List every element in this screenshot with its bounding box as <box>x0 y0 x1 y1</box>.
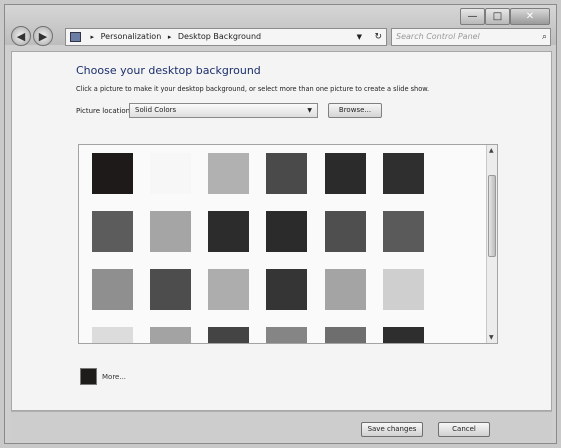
color-swatch[interactable] <box>383 269 424 310</box>
content-pane: Choose your desktop background Click a p… <box>11 51 552 411</box>
picture-location-value: Solid Colors <box>135 106 177 114</box>
more-color-swatch[interactable] <box>80 368 97 385</box>
color-swatch[interactable] <box>383 153 424 194</box>
vertical-scrollbar[interactable]: ▲ ▼ <box>486 145 497 343</box>
color-swatch[interactable] <box>325 211 366 252</box>
color-swatch[interactable] <box>208 153 249 194</box>
picture-location-label: Picture location: <box>76 107 133 115</box>
search-input[interactable]: Search Control Panel <box>396 32 480 41</box>
address-dropdown-icon[interactable]: ▼ <box>357 29 362 45</box>
breadcrumb-separator-icon: ▸ <box>90 33 95 41</box>
maximize-button[interactable]: □ <box>485 8 510 25</box>
color-swatch[interactable] <box>383 211 424 252</box>
page-title: Choose your desktop background <box>76 64 261 77</box>
instruction-text: Click a picture to make it your desktop … <box>76 85 430 93</box>
color-swatch[interactable] <box>92 269 133 310</box>
back-button[interactable]: ◀ <box>11 26 31 46</box>
chevron-down-icon: ▼ <box>307 107 312 114</box>
color-swatch[interactable] <box>266 327 307 343</box>
color-swatch[interactable] <box>208 327 249 343</box>
scroll-down-icon[interactable]: ▼ <box>489 334 494 341</box>
color-swatch[interactable] <box>383 327 424 343</box>
forward-button[interactable]: ▶ <box>33 26 53 46</box>
scroll-up-icon[interactable]: ▲ <box>489 147 494 154</box>
color-swatch[interactable] <box>150 327 191 343</box>
close-button[interactable]: ✕ <box>510 8 550 25</box>
picture-location-select[interactable]: Solid Colors ▼ <box>129 103 318 118</box>
breadcrumb-desktop-background[interactable]: Desktop Background <box>178 32 261 41</box>
search-icon[interactable]: ⌕ <box>542 29 547 45</box>
refresh-icon[interactable]: ↻ <box>374 29 382 45</box>
control-panel-icon <box>70 31 81 42</box>
color-swatch[interactable] <box>208 211 249 252</box>
color-swatch[interactable] <box>208 269 249 310</box>
caption-buttons: — □ ✕ <box>460 8 550 25</box>
scroll-thumb[interactable] <box>488 175 496 257</box>
save-changes-button[interactable]: Save changes <box>361 422 423 437</box>
address-bar[interactable]: ▸ Personalization ▸ Desktop Background ▼… <box>65 28 387 46</box>
color-swatch[interactable] <box>92 211 133 252</box>
navigation-bar: ◀ ▶ ▸ Personalization ▸ Desktop Backgrou… <box>11 26 551 48</box>
search-box[interactable]: Search Control Panel ⌕ <box>391 28 551 46</box>
breadcrumb-separator-icon: ▸ <box>167 33 172 41</box>
minimize-button[interactable]: — <box>460 8 485 25</box>
color-swatch[interactable] <box>266 153 307 194</box>
color-swatch[interactable] <box>325 269 366 310</box>
color-swatch[interactable] <box>266 211 307 252</box>
more-link[interactable]: More... <box>102 373 126 381</box>
footer-bar: Save changes Cancel <box>11 411 552 441</box>
color-swatch[interactable] <box>150 153 191 194</box>
desktop-background-window: — □ ✕ ◀ ▶ ▸ Personalization ▸ Desktop Ba… <box>4 4 557 444</box>
breadcrumb-personalization[interactable]: Personalization <box>101 32 162 41</box>
cancel-button[interactable]: Cancel <box>438 422 490 437</box>
color-swatch[interactable] <box>92 327 133 343</box>
browse-button[interactable]: Browse... <box>328 103 382 118</box>
color-swatch[interactable] <box>150 211 191 252</box>
color-swatch[interactable] <box>325 153 366 194</box>
color-swatch[interactable] <box>150 269 191 310</box>
color-swatch[interactable] <box>92 153 133 194</box>
color-swatch[interactable] <box>325 327 366 343</box>
color-swatch[interactable] <box>266 269 307 310</box>
swatch-grid: ▲ ▼ <box>78 144 498 344</box>
